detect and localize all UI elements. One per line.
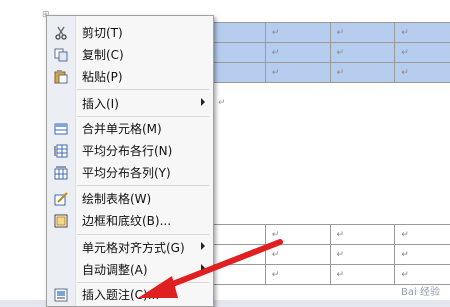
- watermark: Bai 经验: [401, 283, 440, 298]
- red-annotation-arrow: [0, 0, 450, 300]
